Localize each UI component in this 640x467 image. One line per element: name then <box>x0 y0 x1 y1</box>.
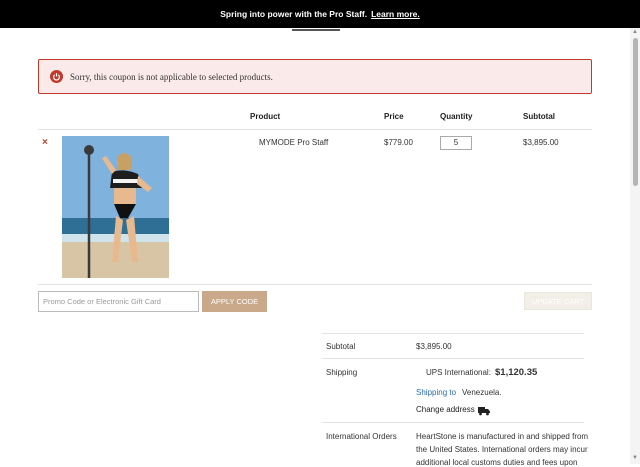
shipping-to-label: Shipping to <box>416 388 457 397</box>
scroll-down-icon[interactable]: ▼ <box>632 455 638 461</box>
scroll-up-icon[interactable]: ▲ <box>632 29 638 35</box>
subtotal-label: Subtotal <box>326 342 356 351</box>
col-header-product: Product <box>250 112 281 121</box>
totals-top-divider <box>322 333 584 334</box>
product-subtotal: $3,895.00 <box>523 138 559 147</box>
coupon-error-alert: Sorry, this coupon is not applicable to … <box>38 59 592 94</box>
international-note-line3: additional local customs duties and fees… <box>416 458 578 467</box>
col-header-subtotal: Subtotal <box>523 112 555 121</box>
international-note-line2: the United States. International orders … <box>416 445 588 454</box>
col-header-quantity: Quantity <box>440 112 473 121</box>
row-divider <box>38 284 592 285</box>
alert-message: Sorry, this coupon is not applicable to … <box>70 71 273 82</box>
apply-code-button[interactable]: APPLY CODE <box>202 291 267 312</box>
promo-banner: Spring into power with the Pro Staff. Le… <box>0 0 640 28</box>
shipping-country: Venezuela. <box>462 388 502 397</box>
product-price: $779.00 <box>384 138 413 147</box>
subtotal-divider <box>322 358 584 359</box>
shipping-method: UPS International: <box>426 368 491 377</box>
product-name-link[interactable]: MYMODE Pro Staff <box>259 138 328 147</box>
quantity-input[interactable]: 5 <box>440 136 472 150</box>
alert-power-icon <box>50 70 63 83</box>
shipping-label: Shipping <box>326 368 358 377</box>
shipping-divider <box>322 422 584 423</box>
promo-banner-text: Spring into power with the Pro Staff. <box>220 9 368 19</box>
scrollbar-thumb[interactable] <box>633 38 638 186</box>
update-cart-button[interactable]: UPDATE CART <box>524 292 592 310</box>
international-note-line1: HeartStone is manufactured in and shippe… <box>416 432 589 441</box>
change-address-link[interactable]: Change address <box>416 405 475 414</box>
shipping-cost: $1,120.35 <box>495 367 538 378</box>
remove-item-icon[interactable]: × <box>42 137 48 148</box>
nav-underline <box>292 29 340 31</box>
learn-more-link[interactable]: Learn more. <box>371 9 420 19</box>
international-orders-label: International Orders <box>326 432 397 441</box>
truck-icon[interactable] <box>478 403 490 421</box>
promo-code-input[interactable]: Promo Code or Electronic Gift Card <box>38 291 199 312</box>
col-header-price: Price <box>384 112 404 121</box>
product-image[interactable] <box>62 136 169 278</box>
header-divider <box>38 129 592 130</box>
subtotal-value: $3,895.00 <box>416 342 452 351</box>
